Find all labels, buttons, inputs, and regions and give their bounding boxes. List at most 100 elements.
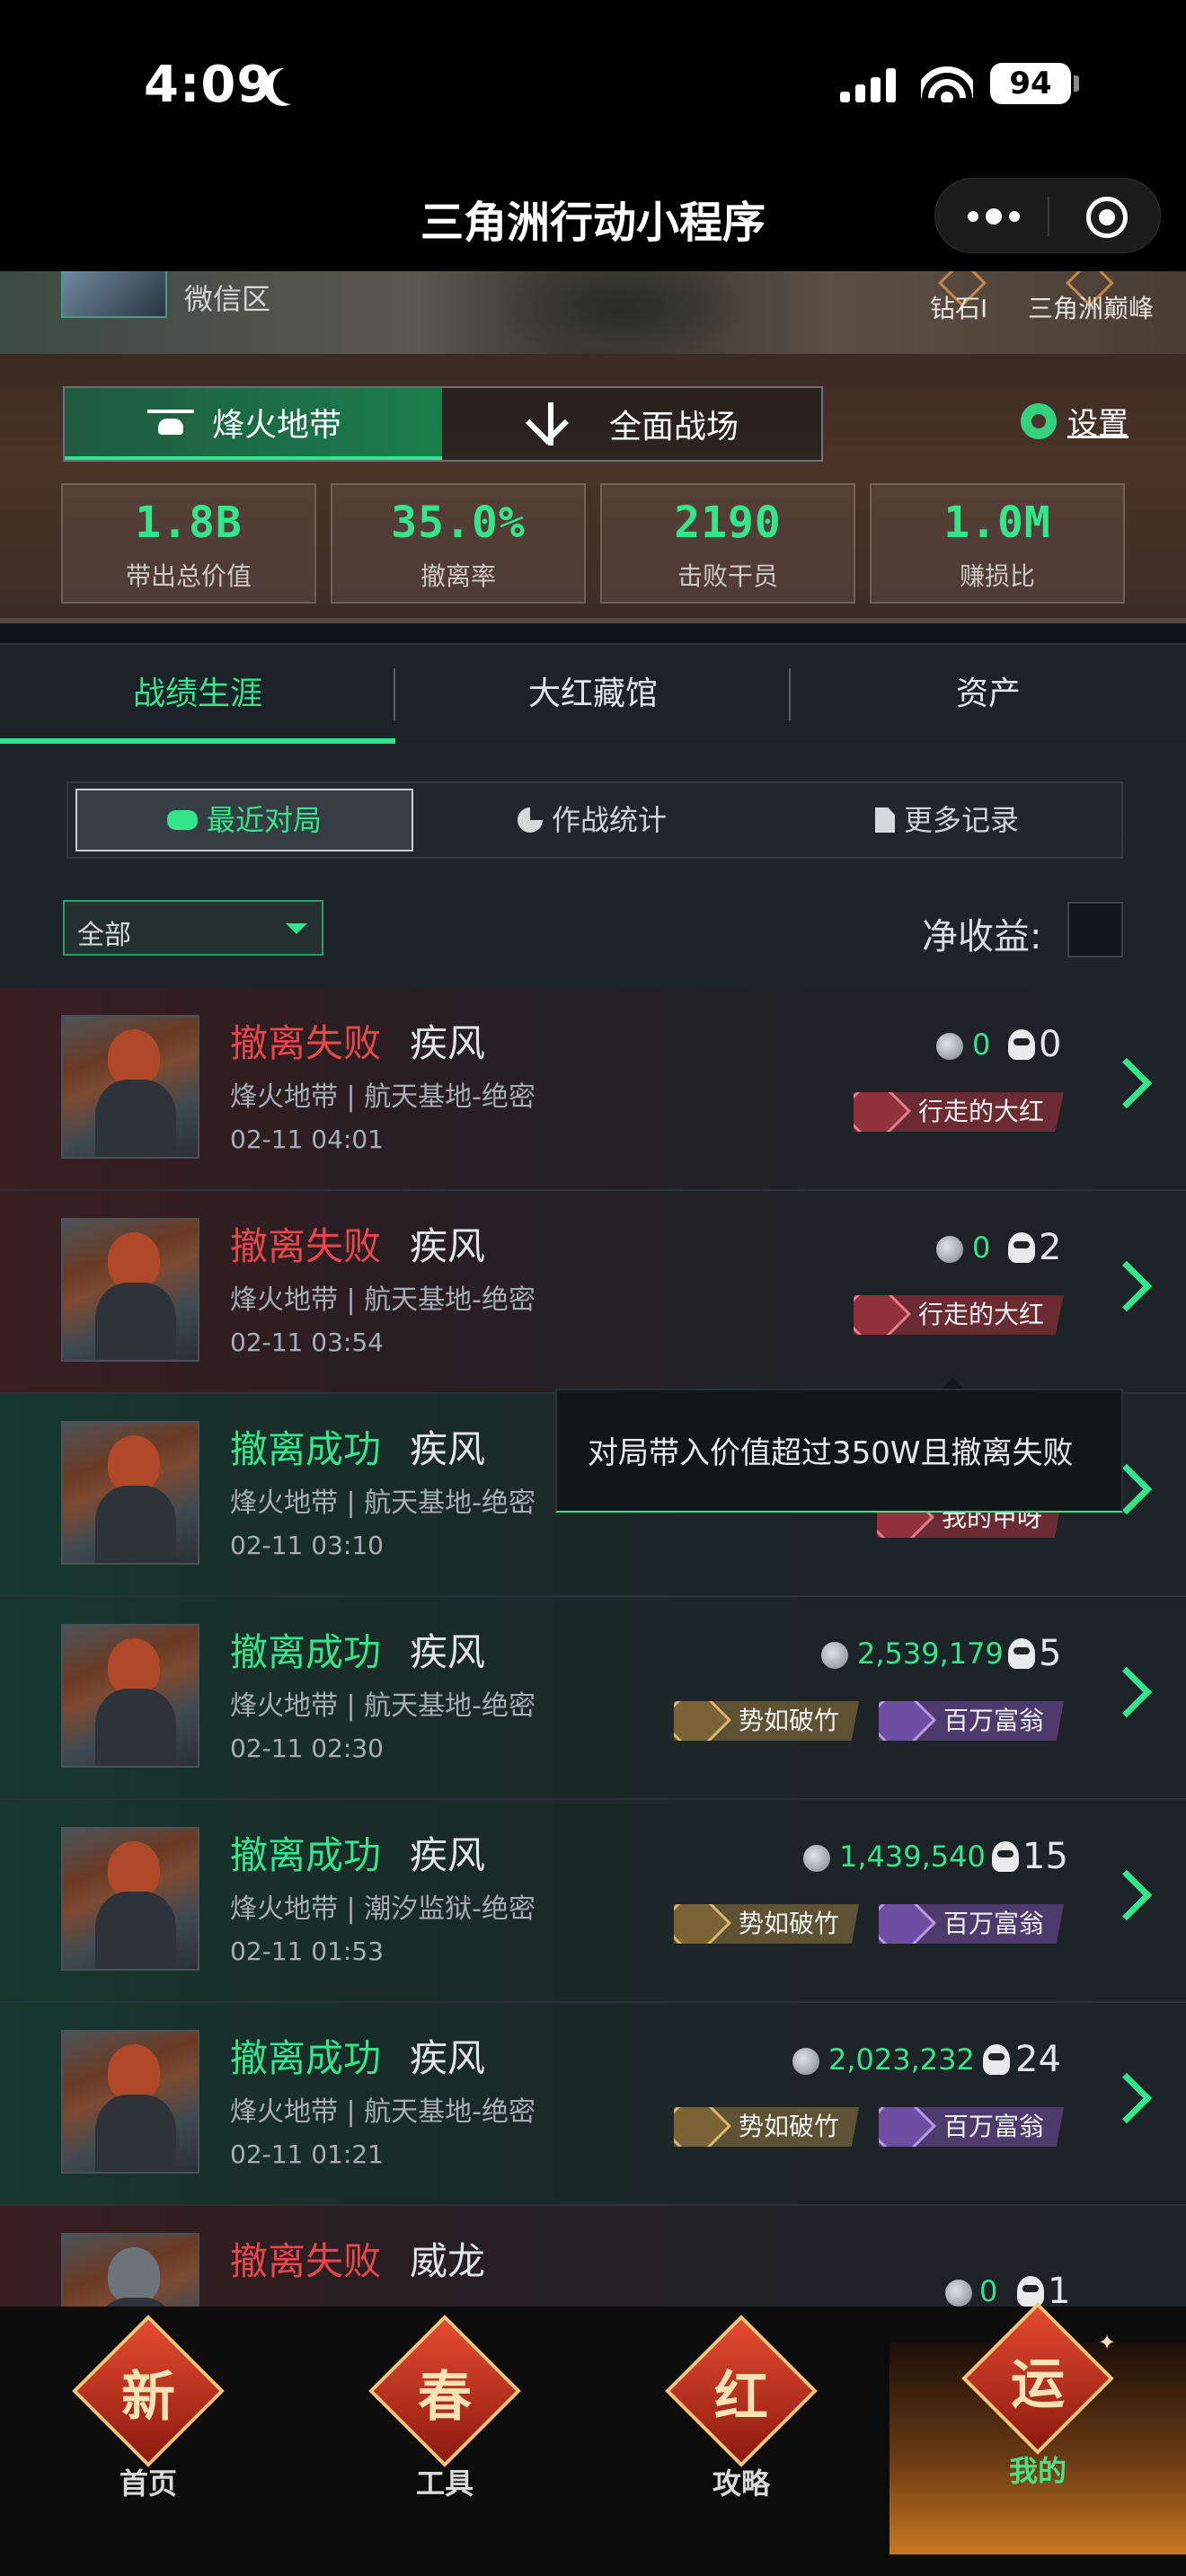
tab-assets[interactable]: 资产 [791,645,1186,744]
match-time: 02-11 03:10 [230,1531,384,1560]
main-tabs: 战绩生涯 大红藏馆 资产 [0,643,1186,744]
match-result: 撤离成功 [230,1833,382,1877]
moon-icon [273,66,311,104]
achievement-tag: 百万富翁 [879,2107,1065,2147]
character-art [503,271,737,354]
match-map: 烽火地带 | 航天基地-绝密 [230,1487,536,1519]
match-operator: 疾风 [410,1630,486,1674]
nav-home[interactable]: 新 首页 [0,2307,296,2576]
tab-career[interactable]: 战绩生涯 [0,645,395,744]
tag-label: 百万富翁 [943,2112,1045,2141]
subtab-label: 最近对局 [206,803,322,837]
stat-value: 2190 [674,498,782,548]
gamepad-icon [166,810,198,830]
close-miniprogram-icon[interactable] [1086,197,1128,238]
match-row[interactable]: 撤离成功 疾风 烽火地带 | 潮汐监狱-绝密 02-11 01:53 1,439… [0,1800,1186,2003]
kill-count: 5 [1039,1633,1062,1674]
chevron-right-icon[interactable] [1101,1869,1153,1921]
coin-icon [792,2048,819,2075]
stat-card-profit-ratio: 1.0M 赚损比 [870,483,1125,604]
match-time: 02-11 02:30 [230,1734,384,1763]
match-time: 02-11 03:54 [230,1328,384,1357]
stat-value: 1.8B [135,498,243,548]
mode-tab-label: 全面战场 [609,409,739,446]
match-time: 02-11 01:53 [230,1936,384,1966]
stats-panel: 烽火地带 全面战场 设置 1.8B 带出总价值 35.0% 撤离率 2190 击… [0,354,1186,623]
subtab-combat-stats[interactable]: 作战统计 [518,783,667,857]
nav-label: 工具 [415,2466,474,2501]
badge-icon [854,1092,912,1132]
achievement-tag: 势如破竹 [674,2107,860,2147]
gear-icon [1021,402,1057,439]
filter-value: 全部 [77,920,131,951]
badge-icon [879,1701,937,1741]
nav-mine[interactable]: 运 ✦ 我的 [890,2302,1186,2554]
skull-icon [1008,1638,1035,1669]
nav-guides[interactable]: 红 攻略 [593,2307,890,2576]
subtab-recent-matches[interactable]: 最近对局 [75,789,413,851]
net-income-label: 净收益: [922,916,1042,957]
match-map: 烽火地带 | 航天基地-绝密 [230,1284,536,1316]
tag-label: 行走的大红 [918,1300,1045,1329]
coin-icon [936,1236,963,1263]
region-label: 微信区 [184,282,271,316]
match-time: 02-11 04:01 [230,1125,384,1154]
chevron-right-icon[interactable] [1101,1666,1153,1718]
achievement-tag: 行走的大红 [854,1295,1065,1335]
match-result: 撤离失败 [230,1021,382,1065]
tag-label: 势如破竹 [739,1909,840,1938]
skull-icon [1008,1029,1035,1060]
tag-label: 行走的大红 [918,1097,1045,1126]
badge-icon [854,1295,912,1335]
tag-tooltip: 对局带入价值超过350W且撤离失败 [555,1389,1123,1513]
net-income-checkbox[interactable] [1067,902,1123,957]
stat-card-total-value: 1.8B 带出总价值 [61,483,316,604]
tag-label: 势如破竹 [739,2112,840,2141]
title-bar: 三角洲行动小程序 [0,171,1186,271]
match-row[interactable]: 撤离失败 疾风 烽火地带 | 航天基地-绝密 02-11 04:01 0 0 行… [0,988,1186,1191]
skull-icon [992,1841,1019,1872]
achievement-tag: 百万富翁 [879,1701,1065,1741]
helicopter-icon [147,406,194,442]
nav-tools[interactable]: 春 工具 [296,2307,593,2576]
chevron-right-icon[interactable] [1101,1260,1153,1312]
chevron-right-icon[interactable] [1101,1057,1153,1109]
badge-icon [879,2107,937,2147]
match-result: 撤离成功 [230,2036,382,2080]
kill-count: 15 [1022,1836,1068,1877]
settings-link[interactable]: 设置 [1021,399,1128,443]
mode-tab-firezone[interactable]: 烽火地带 [65,388,442,460]
avatar[interactable] [61,271,167,318]
tab-red-collection[interactable]: 大红藏馆 [395,645,791,744]
chevron-right-icon[interactable] [1101,2072,1153,2124]
subtab-more-records[interactable]: 更多记录 [875,783,1019,857]
tag-label: 势如破竹 [739,1706,840,1735]
stat-value: 1.0M [943,498,1051,548]
signal-icon [840,66,899,102]
coin-icon [945,2280,972,2307]
tag-label: 百万富翁 [943,1706,1045,1735]
match-row[interactable]: 撤离失败 疾风 烽火地带 | 航天基地-绝密 02-11 03:54 0 2 行… [0,1191,1186,1394]
operator-avatar [61,1218,199,1362]
more-icon[interactable] [968,207,1022,225]
badge-icon [674,2107,732,2147]
operator-avatar [61,1827,199,1971]
bottom-nav: 新 首页 春 工具 红 攻略 运 ✦ 我的 [0,2302,1186,2576]
stat-card-extract-rate: 35.0% 撤离率 [331,483,586,604]
filter-select[interactable]: 全部 [63,900,323,956]
sub-tabs: 最近对局 作战统计 更多记录 [66,781,1123,859]
skull-icon [1008,1232,1035,1263]
match-row[interactable]: 撤离成功 疾风 烽火地带 | 航天基地-绝密 02-11 02:30 2,539… [0,1597,1186,1800]
tag-label: 百万富翁 [943,1909,1045,1938]
match-operator: 疾风 [410,1021,486,1065]
value-amount: 0 [979,2274,998,2308]
match-map: 烽火地带 | 航天基地-绝密 [230,1690,536,1722]
mode-tab-battlefield[interactable]: 全面战场 [442,388,823,460]
match-row[interactable]: 撤离成功 疾风 烽火地带 | 航天基地-绝密 02-11 01:21 2,023… [0,2003,1186,2206]
subtab-label: 作战统计 [552,803,668,837]
skull-icon [983,2044,1010,2075]
value-amount: 2,539,179 [857,1636,1004,1671]
match-operator: 疾风 [410,1833,486,1877]
coin-icon [936,1033,963,1060]
status-time: 4:09 [144,56,273,114]
